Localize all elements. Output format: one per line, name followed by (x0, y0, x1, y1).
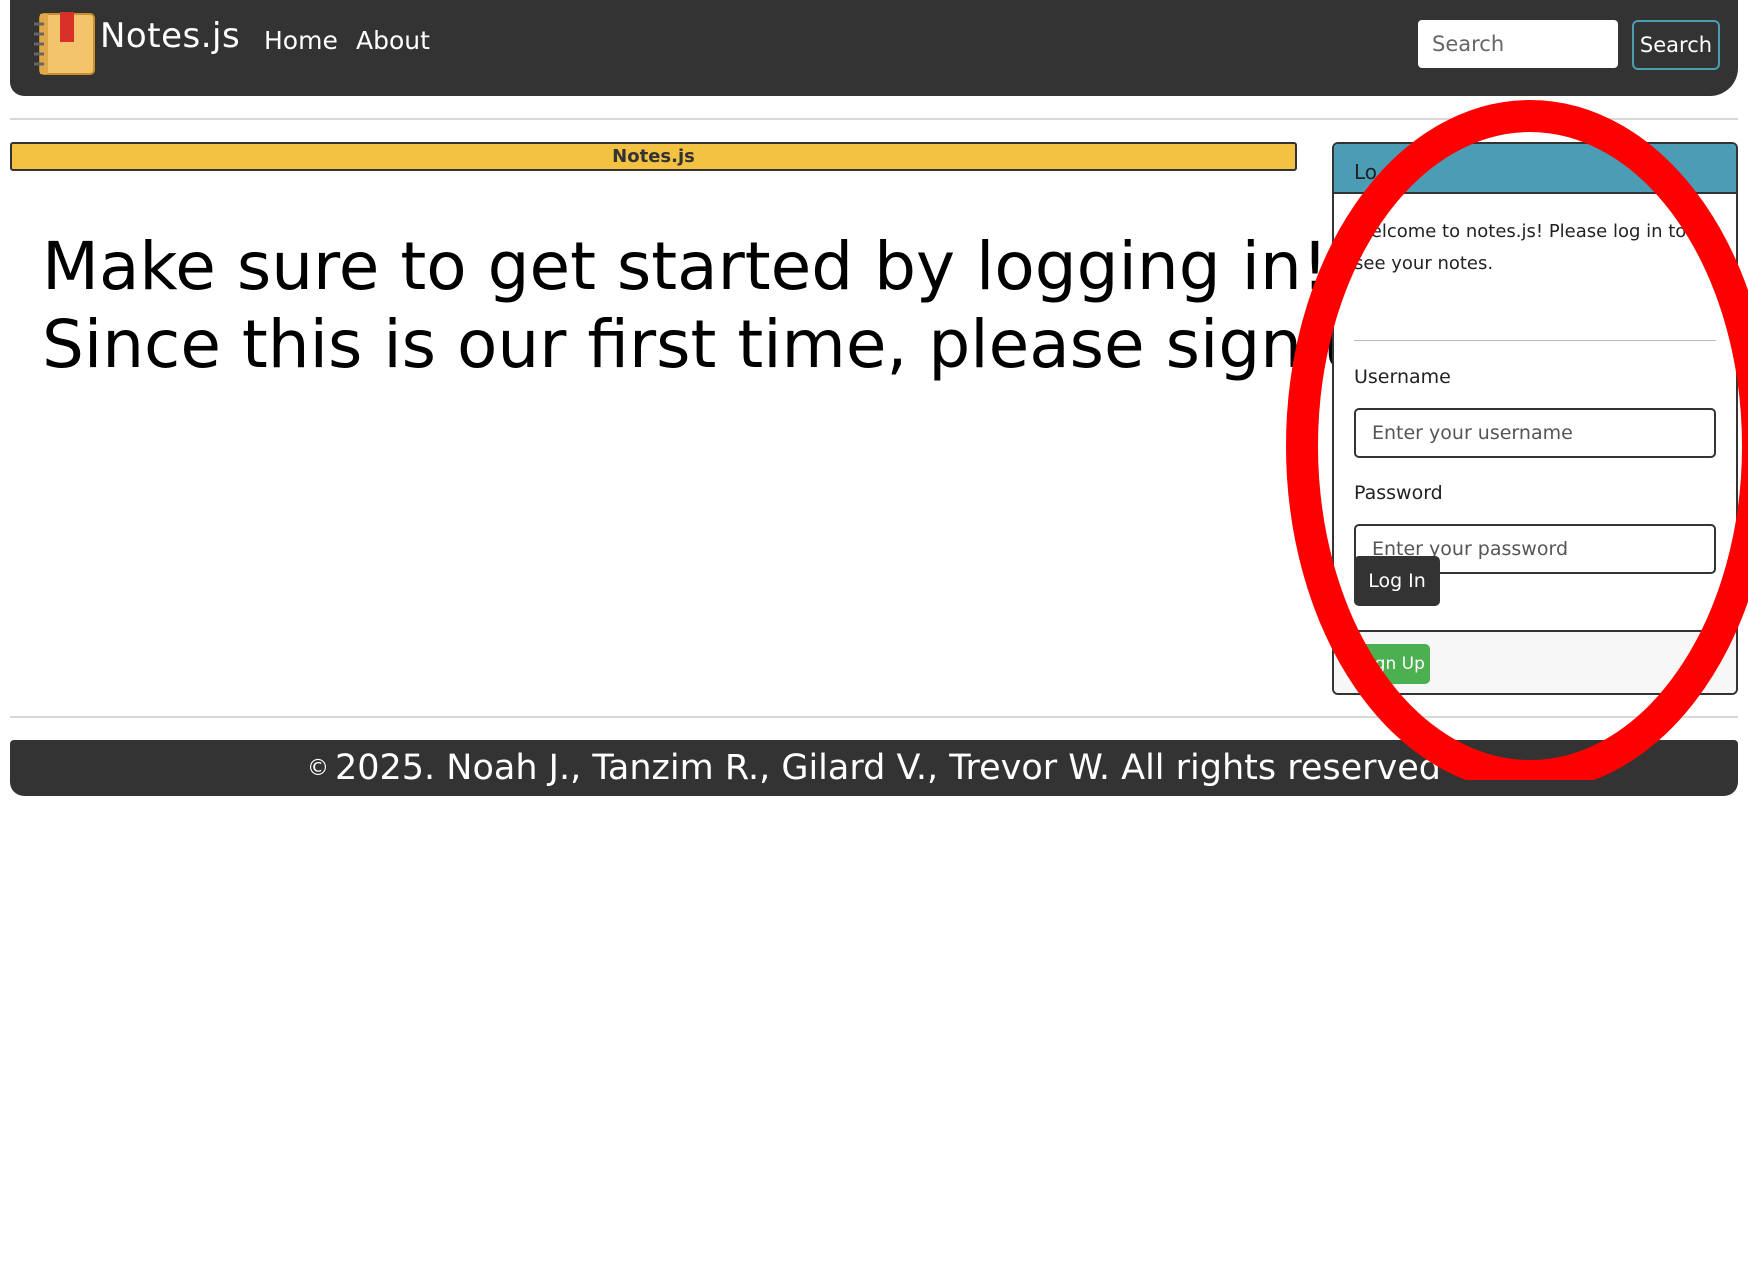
footer: © 2025. Noah J., Tanzim R., Gilard V., T… (10, 740, 1738, 796)
login-card-footer: Sign Up (1334, 630, 1736, 693)
username-label: Username (1354, 366, 1451, 388)
copyright-symbol: © (306, 755, 329, 781)
password-label: Password (1354, 482, 1443, 504)
login-button[interactable]: Log In (1354, 556, 1440, 606)
search-button[interactable]: Search (1632, 20, 1720, 70)
signup-button[interactable]: Sign Up (1354, 644, 1430, 684)
username-field[interactable] (1354, 408, 1716, 458)
footer-copyright: 2025. Noah J., Tanzim R., Gilard V., Tre… (334, 748, 1442, 788)
login-card: Lo Welcome to notes.js! Please log in to… (1332, 142, 1738, 695)
brand-title[interactable]: Notes.js (100, 16, 240, 56)
intro-line-login: Make sure to get started by logging in! (42, 228, 1329, 305)
intro-line-signup: Since this is our first time, please sig… (42, 306, 1434, 383)
page-banner: Notes.js (10, 142, 1297, 171)
intro-text: Make sure to get started by logging in! … (42, 228, 1434, 384)
notebook-icon[interactable] (30, 10, 100, 78)
card-divider (1354, 340, 1716, 341)
login-card-header: Lo (1334, 144, 1736, 194)
top-divider (10, 118, 1738, 120)
bottom-divider (10, 716, 1738, 718)
nav-link-about[interactable]: About (356, 26, 430, 55)
navbar: Notes.js Home About Search (10, 0, 1738, 96)
nav-link-home[interactable]: Home (264, 26, 338, 55)
search-input[interactable] (1418, 20, 1618, 68)
welcome-message: Welcome to notes.js! Please log in to se… (1354, 221, 1687, 274)
